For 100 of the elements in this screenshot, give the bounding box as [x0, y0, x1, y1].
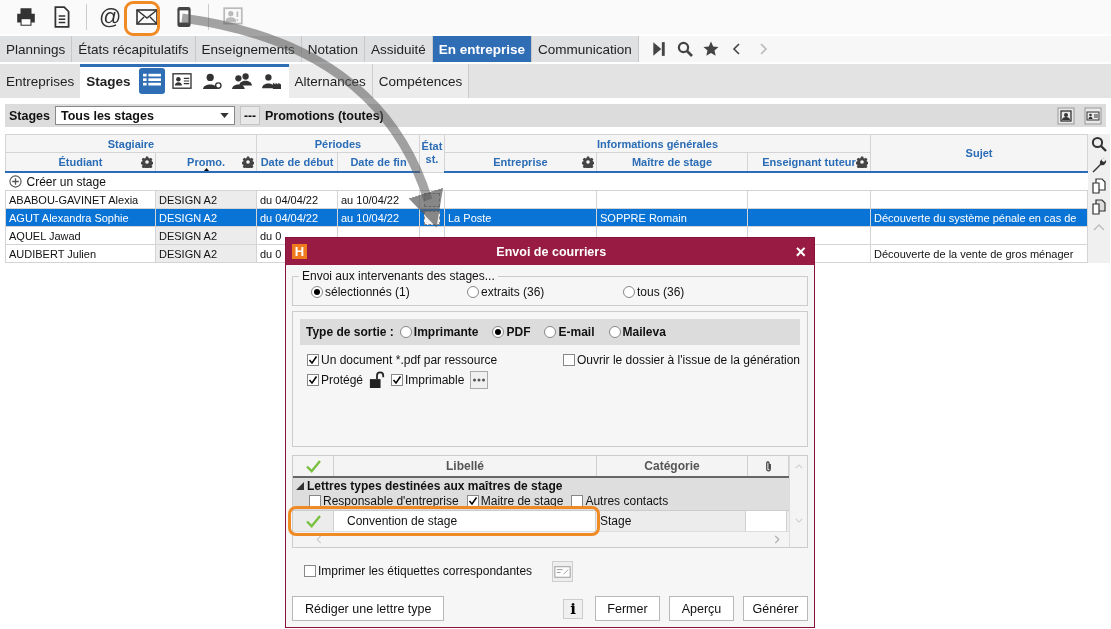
dialog-button[interactable]: Fermer	[595, 596, 660, 621]
checkbox[interactable]	[309, 495, 321, 507]
checkbox-label[interactable]: Un document *.pdf par ressource	[321, 353, 498, 367]
checkbox-label[interactable]: Imprimable	[405, 373, 465, 387]
checkbox-label[interactable]: Ouvrir le dossier à l'issue de la génération	[576, 353, 800, 367]
dialog-button[interactable]: Générer	[743, 596, 808, 621]
radio-label[interactable]: Imprimante	[413, 325, 479, 339]
menu-tab[interactable]: En entreprise	[432, 36, 533, 62]
check-icon[interactable]	[305, 514, 321, 528]
expand-triangle-icon[interactable]	[296, 482, 304, 490]
more-button[interactable]: ---	[240, 106, 260, 125]
menu-tab[interactable]: États récapitulatifs	[72, 36, 196, 62]
radio-button[interactable]	[608, 326, 621, 338]
sub-tab[interactable]: Alternances	[288, 64, 373, 98]
print-icon[interactable]	[15, 6, 37, 28]
output-type-label: Type de sortie :	[306, 325, 394, 339]
table-cell: du 04/04/22	[256, 190, 338, 209]
checkbox[interactable]	[307, 374, 319, 386]
sub-tab[interactable]: Compétences	[372, 64, 470, 98]
skip-end-icon[interactable]	[650, 41, 667, 57]
check-icon[interactable]	[305, 459, 321, 473]
table-cell: au 10/04/22	[337, 190, 420, 209]
checkbox-label[interactable]: Responsable d'entreprise	[323, 494, 459, 508]
group-title: Lettres types destinées aux maîtres de stage	[307, 479, 563, 493]
filter-label: Stages	[9, 108, 50, 123]
id-card-icon	[170, 72, 193, 90]
search-icon[interactable]	[1091, 136, 1108, 152]
list-view-button[interactable]	[138, 68, 165, 94]
table-row[interactable]: Convention de stage Stage	[293, 510, 789, 531]
group-label: Envoi aux intervenants des stages...	[301, 269, 496, 283]
padlock-icon[interactable]	[369, 371, 386, 389]
table-cell: AUDIBERT Julien	[5, 244, 156, 263]
radio-label[interactable]: PDF	[506, 325, 531, 339]
app-logo: H	[292, 244, 307, 259]
back-icon[interactable]	[731, 41, 742, 57]
star-icon[interactable]	[702, 41, 719, 57]
checkbox[interactable]	[562, 354, 575, 366]
radio-button[interactable]	[399, 326, 412, 338]
radio-label[interactable]: Maileva	[622, 325, 666, 339]
menu-tab[interactable]: Communication	[532, 36, 639, 62]
radio-button[interactable]	[311, 286, 323, 298]
search-icon[interactable]	[676, 41, 693, 57]
portrait-icon[interactable]	[1057, 106, 1075, 125]
radio-button[interactable]	[492, 326, 505, 338]
checkbox-label[interactable]: Autres contacts	[585, 494, 669, 508]
stages-dropdown[interactable]: Tous les stages	[55, 106, 235, 125]
radio-label[interactable]: extraits (36)	[481, 285, 545, 299]
column-group-header: Périodes	[314, 137, 362, 150]
write-letter-button[interactable]: Rédiger une lettre type	[292, 596, 445, 621]
dialog-button[interactable]: Aperçu	[669, 596, 734, 621]
person-factory-icon	[260, 72, 283, 90]
people-icon	[230, 72, 253, 90]
promotions-label: Promotions (toutes)	[265, 108, 384, 123]
gear-icon[interactable]	[582, 156, 594, 168]
close-button[interactable]: ×	[795, 242, 806, 261]
checkbox[interactable]	[307, 354, 319, 366]
sub-tab[interactable]: Entreprises	[0, 64, 81, 98]
table-cell: Stage	[600, 514, 632, 528]
checkbox[interactable]	[571, 495, 584, 507]
table-cell: Découverte de la vente de gros ménager	[870, 244, 1088, 263]
menu-tab[interactable]: Enseignements	[195, 36, 302, 62]
at-icon[interactable]: @	[99, 6, 122, 28]
copy-icon[interactable]	[1091, 178, 1108, 194]
add-icon[interactable]	[8, 175, 22, 188]
radio-label[interactable]: sélectionnés (1)	[325, 285, 410, 299]
gear-icon[interactable]	[856, 156, 869, 168]
more-options-button[interactable]	[470, 371, 489, 389]
column-group-header: Informations générales	[597, 137, 719, 150]
column-header[interactable]: Sujet	[965, 147, 993, 159]
sub-tab[interactable]: Stages	[80, 64, 137, 98]
menu-tab[interactable]: Plannings	[0, 36, 73, 62]
copy-icon[interactable]	[1091, 199, 1108, 215]
person-icon	[200, 72, 223, 90]
gear-icon[interactable]	[141, 156, 153, 168]
create-internship-link[interactable]: Créer un stage	[26, 174, 106, 189]
checkbox-label[interactable]: Protégé	[321, 373, 364, 387]
radio-label[interactable]: tous (36)	[637, 285, 685, 299]
radio-button[interactable]	[544, 326, 557, 338]
checkbox[interactable]	[466, 495, 479, 507]
table-cell: ABABOU-GAVINET Alexia	[5, 190, 156, 209]
info-button[interactable]: i	[563, 598, 583, 619]
wrench-icon[interactable]	[1091, 157, 1108, 173]
radio-label[interactable]: E-mail	[558, 325, 595, 339]
menu-tab[interactable]: Notation	[301, 36, 365, 62]
highlight-outline	[124, 1, 160, 36]
column-header[interactable]: Libellé	[334, 456, 597, 476]
checkbox[interactable]	[391, 374, 404, 386]
id-card-icon[interactable]	[1084, 106, 1102, 125]
checkbox[interactable]	[304, 565, 316, 577]
menu-tab[interactable]: Assiduité	[364, 36, 433, 62]
radio-button[interactable]	[623, 286, 635, 298]
checkbox-label[interactable]: Imprimer les étiquettes correspondantes	[318, 564, 533, 578]
envelope-icon[interactable]	[136, 9, 159, 25]
column-group-header: Stagiaire	[107, 137, 155, 150]
gear-icon[interactable]	[242, 156, 254, 168]
column-header[interactable]: Étudiant	[58, 156, 103, 168]
paperclip-icon[interactable]	[764, 459, 772, 473]
radio-button[interactable]	[467, 286, 479, 298]
column-header[interactable]: Catégorie	[597, 456, 748, 476]
dialog-title: Envoi de courriers	[495, 244, 608, 259]
